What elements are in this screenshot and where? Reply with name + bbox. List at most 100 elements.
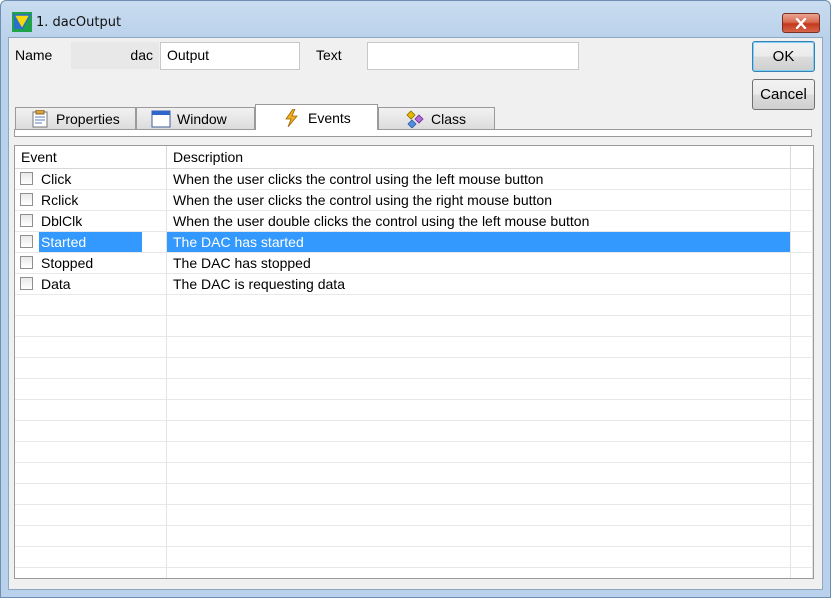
event-cell — [15, 442, 167, 463]
tab-class[interactable]: Class — [378, 107, 495, 129]
event-cell — [15, 568, 167, 578]
name-prefix: dac — [71, 42, 159, 69]
event-cell — [15, 295, 167, 316]
event-cell — [15, 463, 167, 484]
filler-cell — [791, 169, 813, 190]
description-cell: The DAC is requesting data — [167, 274, 791, 295]
event-cell — [15, 337, 167, 358]
empty-table-row — [15, 568, 813, 578]
lightning-icon — [285, 108, 298, 127]
empty-table-row — [15, 484, 813, 505]
filler-cell — [791, 442, 813, 463]
filler-cell — [791, 232, 813, 253]
description-cell — [167, 295, 791, 316]
close-icon — [795, 17, 807, 29]
filler-cell — [791, 190, 813, 211]
empty-table-row — [15, 400, 813, 421]
properties-icon — [32, 109, 48, 127]
column-header-description[interactable]: Description — [167, 146, 791, 168]
description-cell — [167, 421, 791, 442]
table-row[interactable]: Rclick When the user clicks the control u… — [15, 190, 813, 211]
empty-table-row — [15, 358, 813, 379]
event-checkbox[interactable] — [20, 235, 33, 248]
cancel-button[interactable]: Cancel — [752, 79, 815, 110]
description-cell — [167, 526, 791, 547]
tab-window[interactable]: Window — [136, 107, 255, 129]
tab-label: Properties — [56, 110, 120, 127]
event-cell: DblClk — [15, 211, 167, 232]
description-cell — [167, 442, 791, 463]
text-input[interactable] — [367, 42, 579, 70]
event-cell: Data — [15, 274, 167, 295]
name-input[interactable]: Output — [160, 42, 300, 70]
column-header-event[interactable]: Event — [15, 146, 167, 168]
window-title: 1. dacOutput — [36, 15, 122, 30]
description-cell — [167, 358, 791, 379]
name-label: Name — [15, 47, 53, 63]
empty-table-row — [15, 379, 813, 400]
event-cell — [15, 379, 167, 400]
event-cell — [15, 400, 167, 421]
description-cell — [167, 337, 791, 358]
event-cell: Stopped — [15, 253, 167, 274]
filler-cell — [791, 400, 813, 421]
event-cell: Click — [15, 169, 167, 190]
filler-cell — [791, 253, 813, 274]
class-icon — [406, 109, 424, 128]
description-cell — [167, 505, 791, 526]
table-row[interactable]: Data The DAC is requesting data — [15, 274, 813, 295]
description-cell: The DAC has stopped — [167, 253, 791, 274]
event-cell — [15, 505, 167, 526]
description-cell: The DAC has started — [167, 232, 791, 253]
description-cell — [167, 463, 791, 484]
filler-cell — [791, 379, 813, 400]
tab-properties[interactable]: Properties — [15, 107, 136, 129]
title-bar[interactable]: 1. dacOutput — [1, 1, 830, 37]
empty-table-row — [15, 463, 813, 484]
event-cell — [15, 421, 167, 442]
close-button[interactable] — [782, 13, 820, 33]
filler-cell — [791, 211, 813, 232]
empty-table-row — [15, 421, 813, 442]
event-cell: Rclick — [15, 190, 167, 211]
description-cell: When the user clicks the control using t… — [167, 190, 791, 211]
description-cell — [167, 568, 791, 578]
empty-table-row — [15, 316, 813, 337]
events-table[interactable]: Event Description Click When the user cli… — [14, 145, 814, 579]
filler-cell — [791, 295, 813, 316]
filler-cell — [791, 526, 813, 547]
event-checkbox[interactable] — [20, 193, 33, 206]
table-row[interactable]: Started The DAC has started — [15, 232, 813, 253]
table-row[interactable]: Stopped The DAC has stopped — [15, 253, 813, 274]
filler-cell — [791, 316, 813, 337]
event-checkbox[interactable] — [20, 214, 33, 227]
table-row[interactable]: DblClk When the user double clicks the co… — [15, 211, 813, 232]
event-checkbox[interactable] — [20, 256, 33, 269]
empty-table-row — [15, 442, 813, 463]
ok-button[interactable]: OK — [752, 41, 815, 72]
dialog-window: 1. dacOutput Name dac Output Text OK Can… — [0, 0, 831, 598]
tab-label: Class — [431, 110, 467, 127]
event-checkbox[interactable] — [20, 172, 33, 185]
tab-label: Events — [308, 109, 351, 126]
empty-table-row — [15, 295, 813, 316]
filler-cell — [791, 337, 813, 358]
filler-cell — [791, 463, 813, 484]
dialog-client-area: Name dac Output Text OK Cancel Propertie… — [8, 37, 823, 590]
filler-cell — [791, 505, 813, 526]
event-cell: Started — [15, 232, 167, 253]
empty-table-row — [15, 337, 813, 358]
text-label: Text — [316, 47, 342, 63]
description-cell — [167, 316, 791, 337]
event-cell — [15, 358, 167, 379]
filler-cell — [791, 421, 813, 442]
tab-label: Window — [177, 110, 227, 127]
event-name: Started — [39, 232, 142, 252]
description-cell: When the user double clicks the control … — [167, 211, 791, 232]
tab-events[interactable]: Events — [255, 104, 378, 130]
event-checkbox[interactable] — [20, 277, 33, 290]
description-cell — [167, 547, 791, 568]
filler-cell — [791, 547, 813, 568]
event-cell — [15, 547, 167, 568]
table-row[interactable]: Click When the user clicks the control us… — [15, 169, 813, 190]
